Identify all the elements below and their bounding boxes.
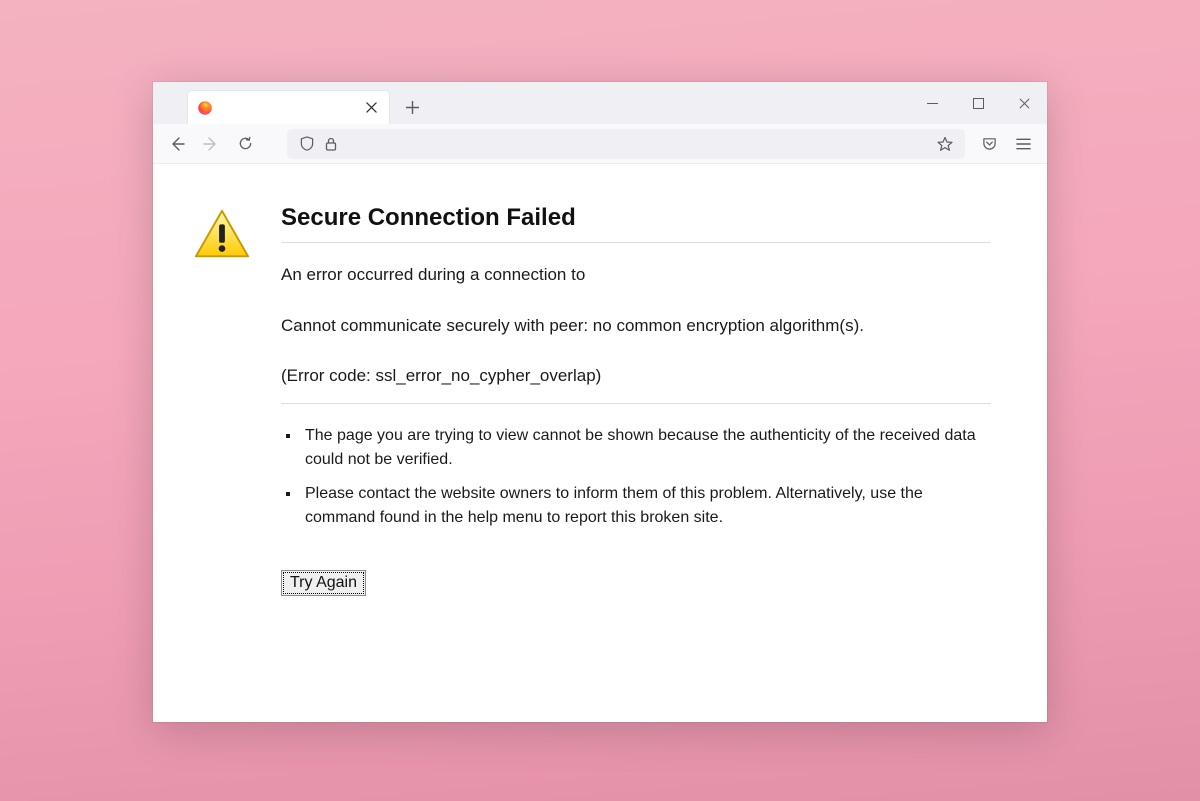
maximize-button[interactable]: [955, 82, 1001, 124]
error-line-detail: Cannot communicate securely with peer: n…: [281, 314, 991, 339]
forward-button[interactable]: [195, 129, 227, 159]
navigation-toolbar: [153, 124, 1047, 164]
shield-icon[interactable]: [295, 132, 319, 156]
app-menu-button[interactable]: [1007, 129, 1039, 159]
close-tab-button[interactable]: [361, 98, 381, 118]
page-content: Secure Connection Failed An error occurr…: [153, 164, 1047, 722]
error-suggestion-item: Please contact the website owners to inf…: [301, 482, 991, 530]
close-window-button[interactable]: [1001, 82, 1047, 124]
error-title: Secure Connection Failed: [281, 204, 991, 243]
active-tab[interactable]: [187, 90, 390, 124]
error-suggestions: The page you are trying to view cannot b…: [281, 424, 991, 530]
error-suggestion-item: The page you are trying to view cannot b…: [301, 424, 991, 472]
browser-window: Secure Connection Failed An error occurr…: [153, 82, 1047, 722]
pocket-button[interactable]: [973, 129, 1005, 159]
bookmark-star-icon[interactable]: [933, 132, 957, 156]
address-bar[interactable]: [287, 129, 965, 159]
new-tab-button[interactable]: [398, 93, 426, 121]
url-input[interactable]: [343, 136, 933, 151]
window-controls: [909, 82, 1047, 124]
try-again-button[interactable]: Try Again: [281, 570, 366, 596]
divider: [281, 403, 991, 404]
minimize-button[interactable]: [909, 82, 955, 124]
error-line-connection: An error occurred during a connection to: [281, 263, 991, 288]
error-code: (Error code: ssl_error_no_cypher_overlap…: [281, 364, 991, 389]
tab-bar: [153, 82, 1047, 124]
firefox-logo-icon: [196, 99, 214, 117]
warning-icon: [193, 208, 251, 265]
lock-icon[interactable]: [319, 132, 343, 156]
back-button[interactable]: [161, 129, 193, 159]
reload-button[interactable]: [229, 129, 261, 159]
